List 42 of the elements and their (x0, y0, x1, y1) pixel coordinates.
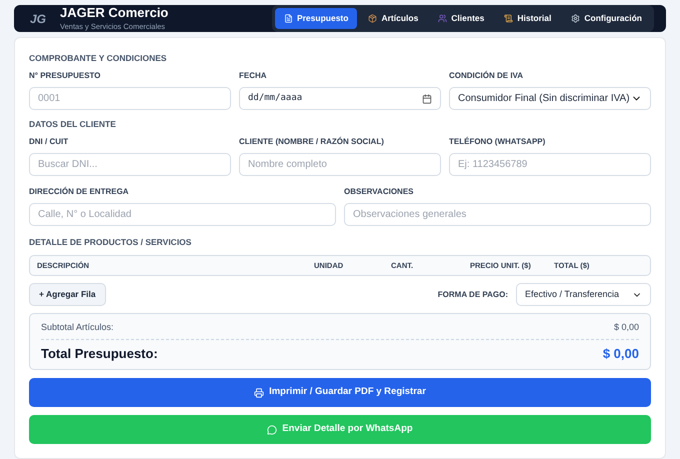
input-field[interactable]: Ej: 1123456789 (449, 153, 651, 176)
field-label: DIRECCIÓN DE ENTREGA (29, 186, 130, 198)
payment-select[interactable]: Efectivo / Transferencia (516, 283, 651, 306)
field-label: OBSERVACIONES (344, 186, 414, 198)
section-title: COMPROBANTE Y CONDICIONES (29, 54, 168, 62)
input-field[interactable]: Observaciones generales (344, 203, 651, 226)
section-title: DETALLE DE PRODUCTOS / SERVICIOS (29, 236, 192, 249)
section-title: DATOS DEL CLIENTE (29, 120, 117, 128)
payment-label: FORMA DE PAGO: (438, 288, 508, 300)
tab-icon (438, 14, 448, 24)
total-value: $ 0,00 (602, 344, 639, 362)
subtotal-label: Subtotal Artículos: (41, 321, 114, 334)
tab-icon (504, 14, 514, 24)
field-label: N° PRESUPUESTO (29, 70, 102, 82)
tab-icon (368, 14, 378, 24)
chat-bubble-icon (267, 424, 278, 434)
date-field[interactable]: dd/mm/aaaa (239, 87, 441, 110)
nav-tab[interactable]: Presupuesto (274, 8, 358, 30)
app-title: JAGER Comercio (60, 5, 168, 21)
logo: JG (30, 10, 46, 28)
input-field[interactable]: 0001 (29, 87, 231, 110)
calendar-icon (422, 94, 432, 104)
field-label: FECHA (239, 70, 268, 82)
tab-icon (571, 14, 580, 24)
total-label: Total Presupuesto: (41, 344, 158, 363)
add-row-button[interactable]: + Agregar Fila (29, 283, 106, 306)
field-label: TELÉFONO (WHATSAPP) (449, 136, 546, 148)
field-label: CLIENTE (NOMBRE / RAZÓN SOCIAL) (239, 136, 385, 148)
field-label: CONDICIÓN DE IVA (449, 70, 524, 82)
nav-tab[interactable]: Configuración (562, 8, 651, 30)
subtotal-value: $ 0,00 (614, 321, 639, 334)
input-field[interactable]: Calle, N° o Localidad (29, 203, 336, 226)
input-field[interactable]: Buscar DNI... (29, 153, 231, 176)
field-label: DNI / CUIT (29, 136, 70, 148)
nav-tab[interactable]: Historial (495, 8, 560, 30)
input-field[interactable]: Nombre completo (239, 153, 441, 176)
nav-tab[interactable]: Clientes (429, 8, 494, 30)
nav-tab[interactable]: Artículos (359, 8, 428, 30)
print-button[interactable]: Imprimir / Guardar PDF y Registrar (29, 378, 651, 407)
printer-icon (254, 388, 264, 398)
tab-icon (284, 14, 293, 24)
select-field[interactable]: Consumidor Final (Sin discriminar IVA) (449, 87, 651, 110)
